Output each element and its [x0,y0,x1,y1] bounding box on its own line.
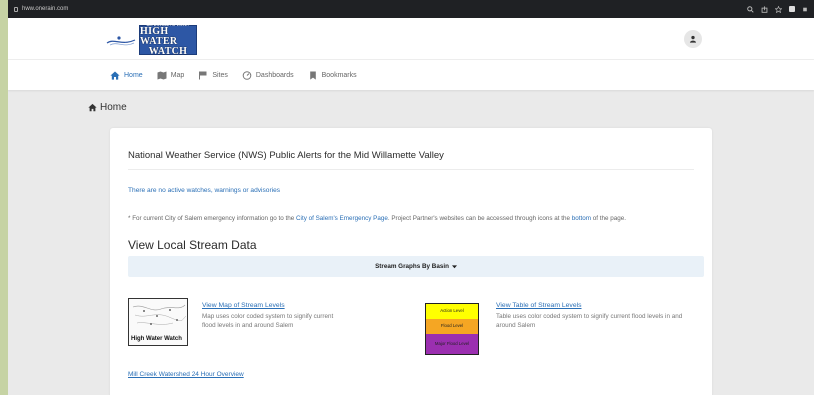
nws-alerts-title: National Weather Service (NWS) Public Al… [128,150,444,161]
view-table-description: Table uses color coded system to signify… [496,313,683,330]
notice-middle: . Project Partner's websites can be acce… [387,215,572,222]
main-card: National Weather Service (NWS) Public Al… [110,128,712,395]
logo-subtitle: MID WILLAMETTE VALLEY [146,22,190,27]
nav-bookmarks[interactable]: Bookmarks [308,71,357,80]
emergency-notice: * For current City of Salem emergency in… [128,214,693,223]
nav-home-label: Home [124,71,143,79]
nav-sites-label: Sites [212,71,228,79]
breadcrumb-home-icon [88,103,97,112]
user-icon [689,35,697,43]
nav-map[interactable]: Map [157,71,185,80]
extension-icon[interactable] [789,6,795,12]
notice-prefix: * For current City of Salem emergency in… [128,215,296,222]
site-header: MID WILLAMETTE VALLEY HIGH WATER WATCH [8,18,814,60]
star-icon[interactable] [775,5,782,13]
logo-line-1: HIGH WATER [140,25,178,47]
breadcrumb-label: Home [100,102,127,113]
share-icon[interactable] [761,5,768,13]
breadcrumb: Home [88,102,127,113]
home-icon [110,71,120,80]
address-bar[interactable]: hww.onerain.com [14,6,68,12]
nav-sites[interactable]: Sites [198,71,228,80]
flag-icon [199,71,207,79]
legend-major-flood-level: Major Flood Level [426,334,478,355]
divider [128,169,694,170]
thumbnail-label: High Water Watch [131,336,182,342]
puzzle-icon[interactable] [802,6,808,13]
notice-suffix: of the page. [591,215,627,222]
legend-action-level: Action Level [426,304,478,320]
caret-down-icon [451,264,457,268]
view-map-link[interactable]: View Map of Stream Levels [202,302,285,309]
flood-level-legend-thumbnail[interactable]: Action Level Flood Level Major Flood Lev… [425,303,479,355]
logo-line-2: WATCH [148,45,188,57]
nav-bookmarks-label: Bookmarks [321,71,357,79]
lock-icon [14,6,18,12]
logo-swoosh-icon [106,36,136,46]
view-table-link[interactable]: View Table of Stream Levels [496,302,582,309]
nav-dashboards-label: Dashboards [255,71,294,79]
basin-dropdown[interactable]: Stream Graphs By Basin [128,256,704,277]
browser-actions [747,5,808,13]
view-map-description: Map uses color coded system to signify c… [202,313,334,330]
stream-section-title: View Local Stream Data [128,238,257,252]
browser-frame: hww.onerain.com MID WILLAMETTE VALLEY HI… [8,0,814,395]
high-water-watch-logo[interactable]: MID WILLAMETTE VALLEY HIGH WATER WATCH [106,22,197,57]
page-content: Home National Weather Service (NWS) Publ… [8,90,814,395]
main-nav: Home Map Sites Dashboards Bookmarks [8,60,814,90]
nav-map-label: Map [170,71,185,79]
user-account-button[interactable] [684,30,702,48]
mill-creek-overview-link[interactable]: Mill Creek Watershed 24 Hour Overview [128,371,244,378]
map-icon [157,71,167,79]
browser-toolbar: hww.onerain.com [8,0,814,18]
nav-dashboards[interactable]: Dashboards [242,70,294,80]
stream-map-thumbnail[interactable]: High Water Watch [128,298,188,346]
bottom-link[interactable]: bottom [572,215,591,222]
search-icon[interactable] [747,5,754,13]
logo-wordmark: MID WILLAMETTE VALLEY HIGH WATER WATCH [139,22,197,57]
legend-flood-level: Flood Level [426,319,478,335]
basin-dropdown-label: Stream Graphs By Basin [375,263,449,270]
gauge-icon [242,70,252,80]
alerts-status: There are no active watches, warnings or… [128,187,281,194]
city-emergency-link[interactable]: City of Salem's Emergency Page [296,215,388,222]
bookmark-icon [309,71,316,80]
url-text: hww.onerain.com [22,6,69,12]
nav-home[interactable]: Home [110,71,143,80]
